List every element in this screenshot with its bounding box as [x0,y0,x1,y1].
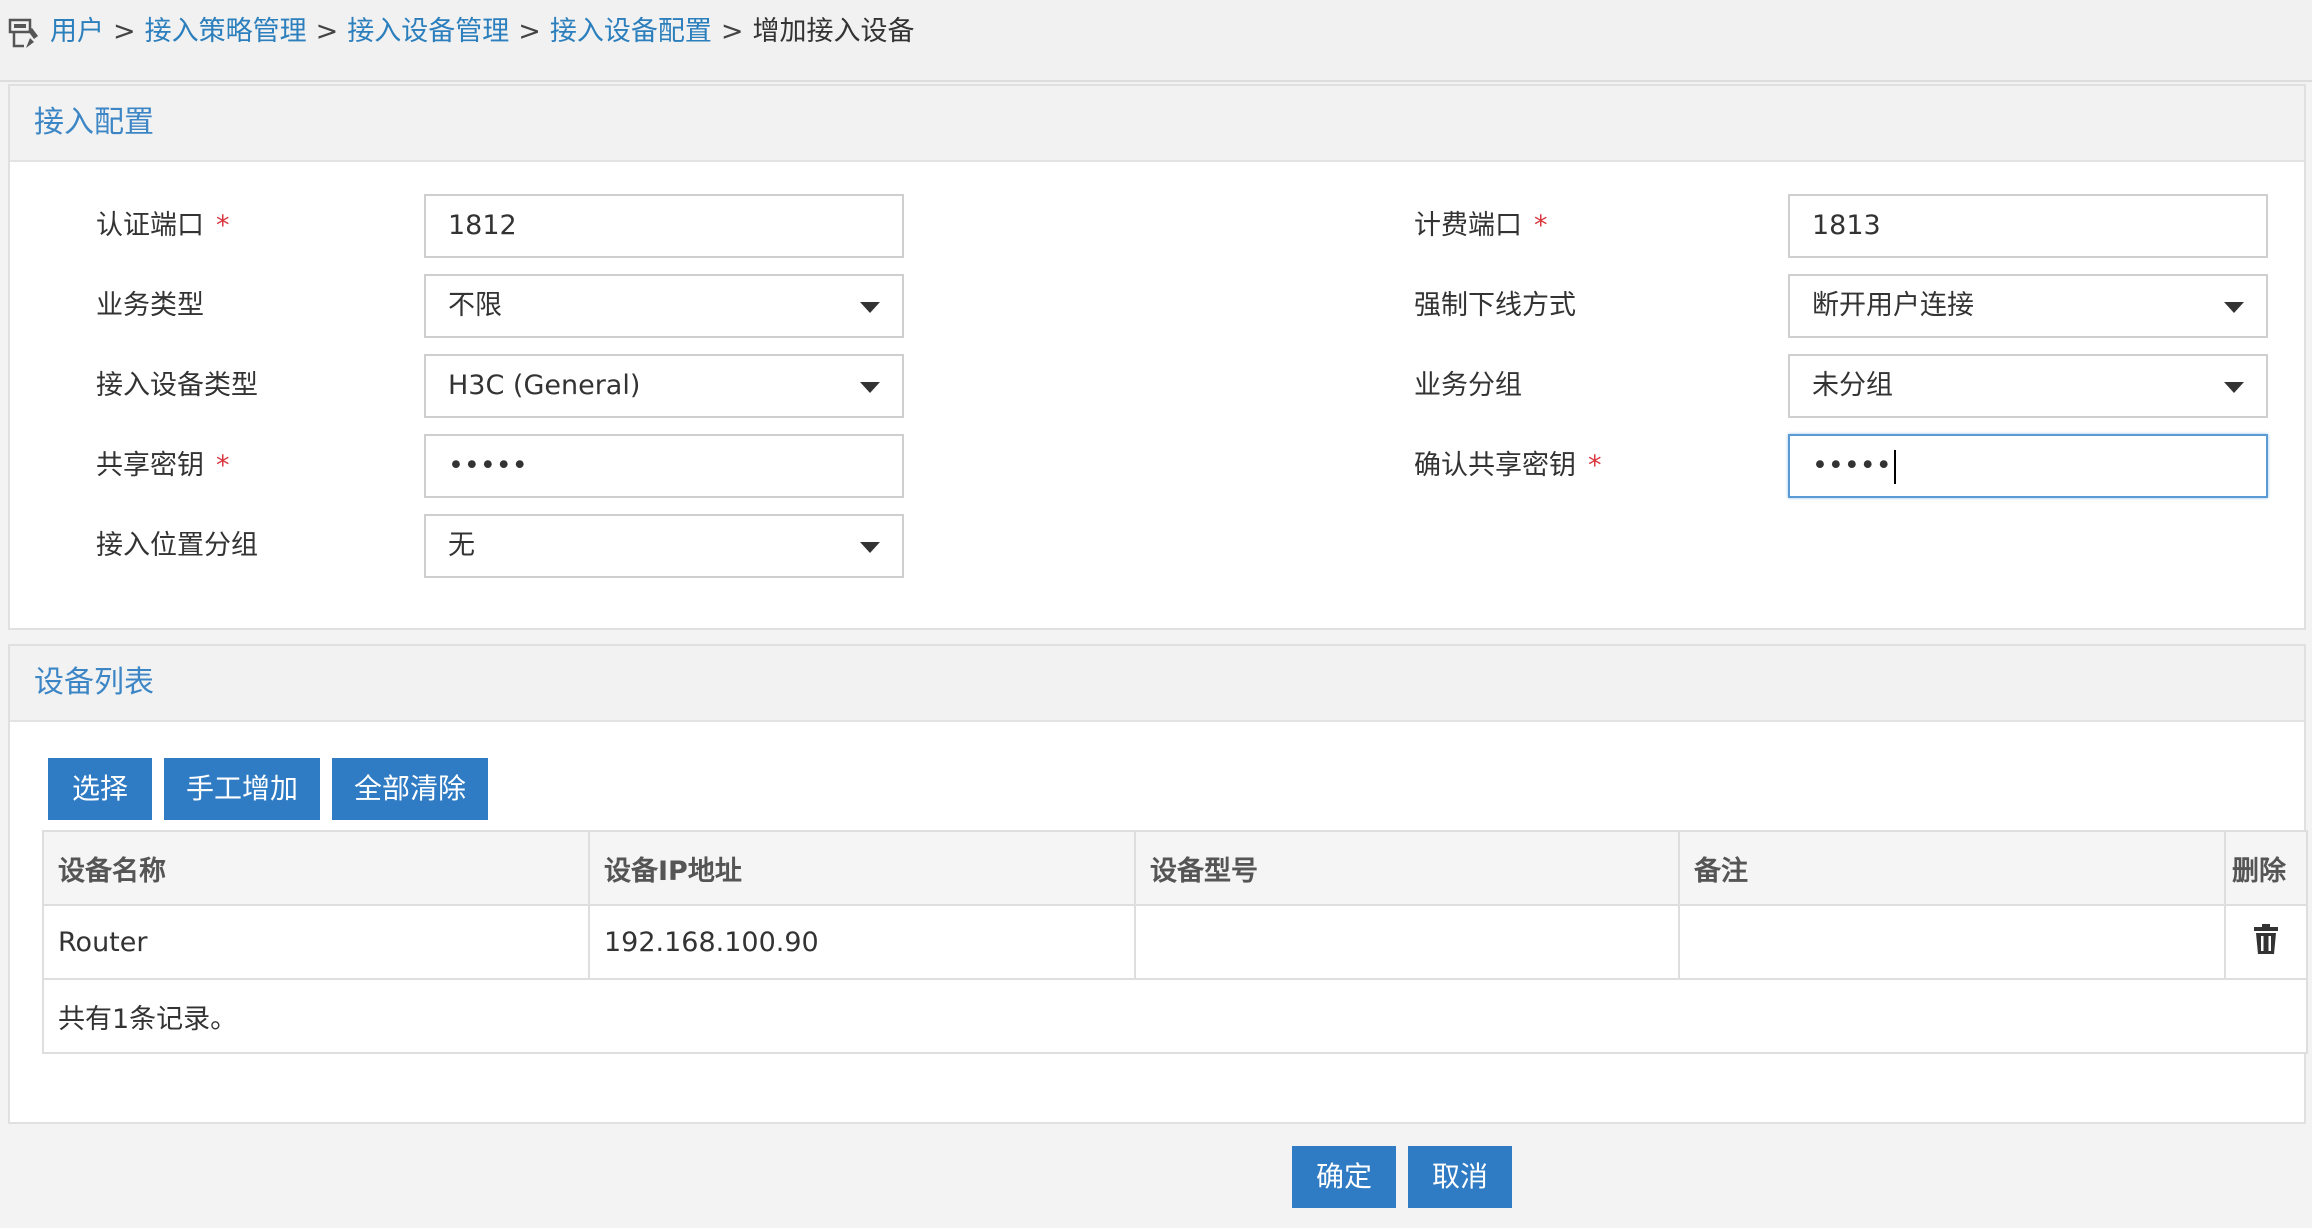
breadcrumb-separator: > [315,16,339,47]
service-group-select[interactable]: 未分组 [1788,354,2268,418]
text-cursor [1893,449,1896,484]
cell-note [1678,904,2226,980]
service-type-label: 业务类型 [96,290,204,321]
breadcrumb-bar: 用户 > 接入策略管理 > 接入设备管理 > 接入设备配置 > 增加接入设备 [0,0,2312,82]
clear-all-button[interactable]: 全部清除 [332,758,488,820]
device-list-header: 设备列表 [10,646,2304,722]
shared-key-label: 共享密钥 * [96,450,230,481]
breadcrumb-separator: > [518,16,541,47]
column-delete: 删除 [2224,830,2308,906]
confirm-key-label: 确认共享密钥 * [1414,450,1602,481]
required-mark: * [216,450,230,481]
device-list-panel: 设备列表 选择 手工增加 全部清除 设备名称 设备IP地址 设备型号 备注 删除… [8,644,2308,1124]
user-policy-icon [8,18,38,48]
chevron-down-icon [860,542,880,553]
required-mark: * [1534,210,1548,241]
shared-key-input[interactable]: ••••• [424,434,904,498]
breadcrumb-access-policy[interactable]: 接入策略管理 [145,16,307,47]
device-list-title: 设备列表 [34,665,154,700]
manual-add-button[interactable]: 手工增加 [164,758,320,820]
chevron-down-icon [860,382,880,393]
force-offline-select[interactable]: 断开用户连接 [1788,274,2268,338]
cell-device-ip: 192.168.100.90 [588,904,1136,980]
chevron-down-icon [860,302,880,313]
cell-device-model [1134,904,1680,980]
cancel-button[interactable]: 取消 [1408,1146,1512,1208]
force-offline-label: 强制下线方式 [1414,290,1576,321]
acct-port-input[interactable]: 1813 [1788,194,2268,258]
column-device-model: 设备型号 [1134,830,1680,906]
column-note: 备注 [1678,830,2226,906]
breadcrumb-access-device-config[interactable]: 接入设备配置 [550,16,712,47]
required-mark: * [216,210,230,241]
cell-device-name: Router [42,904,590,980]
select-button[interactable]: 选择 [48,758,152,820]
table-row: Router 192.168.100.90 [42,904,2308,980]
breadcrumb: 用户 > 接入策略管理 > 接入设备管理 > 接入设备配置 > 增加接入设备 [50,14,915,50]
access-config-panel: 接入配置 认证端口 * 1812 业务类型 不限 接入设备类型 H3C (Gene… [8,84,2306,630]
device-type-label: 接入设备类型 [96,370,258,401]
auth-port-input[interactable]: 1812 [424,194,904,258]
chevron-down-icon [2224,382,2244,393]
location-group-select[interactable]: 无 [424,514,904,578]
auth-port-label: 认证端口 * [96,210,230,241]
breadcrumb-current: 增加接入设备 [752,16,915,47]
chevron-down-icon [2224,302,2244,313]
service-type-select[interactable]: 不限 [424,274,904,338]
access-config-header: 接入配置 [10,86,2304,162]
table-header-row: 设备名称 设备IP地址 设备型号 备注 删除 [42,830,2308,906]
table-footer-row: 共有1条记录。 [42,978,2308,1054]
breadcrumb-user[interactable]: 用户 [50,16,104,47]
record-count: 共有1条记录。 [42,978,2308,1054]
device-table: 设备名称 设备IP地址 设备型号 备注 删除 Router 192.168.10… [42,830,2308,1054]
column-device-ip: 设备IP地址 [588,830,1136,906]
ok-button[interactable]: 确定 [1292,1146,1396,1208]
device-type-select[interactable]: H3C (General) [424,354,904,418]
location-group-label: 接入位置分组 [96,530,258,561]
trash-icon[interactable] [2253,923,2279,955]
column-device-name: 设备名称 [42,830,590,906]
breadcrumb-access-device-mgmt[interactable]: 接入设备管理 [347,16,509,47]
acct-port-label: 计费端口 * [1414,210,1548,241]
confirm-key-input[interactable]: ••••• [1788,434,2268,498]
required-mark: * [1588,450,1602,481]
breadcrumb-separator: > [720,16,744,47]
breadcrumb-separator: > [113,16,136,47]
cell-delete [2224,904,2308,980]
service-group-label: 业务分组 [1414,370,1522,401]
access-config-title: 接入配置 [34,105,154,140]
